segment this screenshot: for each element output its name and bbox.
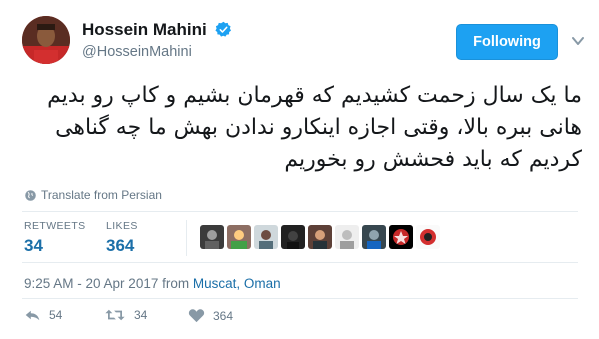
divider <box>22 298 578 299</box>
retweets-value[interactable]: 34 <box>24 236 86 256</box>
likes-stat[interactable]: LIKES 364 <box>106 220 138 256</box>
tweet-timestamp: 9:25 AM - 20 Apr 2017 from Muscat, Oman <box>24 276 281 291</box>
tweet-time-date[interactable]: 9:25 AM - 20 Apr 2017 from <box>24 276 193 291</box>
reply-action[interactable]: 54 <box>24 308 62 322</box>
liker-avatars <box>200 225 440 249</box>
translate-link[interactable]: Translate from Persian <box>24 188 162 202</box>
like-count: 364 <box>213 308 234 323</box>
retweet-action[interactable]: 34 <box>104 308 147 322</box>
reply-count: 54 <box>49 308 63 322</box>
translate-label[interactable]: Translate from Persian <box>41 188 162 202</box>
likes-value[interactable]: 364 <box>106 236 138 256</box>
tweet-actions: 54 34 364 <box>24 308 384 328</box>
location-link[interactable]: Muscat, Oman <box>193 276 281 291</box>
stats-divider <box>186 220 187 256</box>
profile-avatar[interactable] <box>22 16 70 64</box>
liker-avatar[interactable] <box>335 225 359 249</box>
like-action[interactable]: 364 <box>188 308 233 323</box>
likes-label: LIKES <box>106 220 138 232</box>
heart-icon[interactable] <box>188 308 205 323</box>
liker-avatar[interactable] <box>227 225 251 249</box>
retweets-label: RETWEETS <box>24 220 86 232</box>
verified-badge-icon <box>215 21 232 37</box>
liker-avatar[interactable] <box>308 225 332 249</box>
tweet-line: هانی ببره بالا، وقتی اجازه اینکارو ندادن… <box>55 115 582 140</box>
display-name[interactable]: Hossein Mahini <box>82 20 232 40</box>
tweet-text: ما یک سال زحمت کشیدیم که قهرمان بشیم و ک… <box>22 80 582 176</box>
reply-icon[interactable] <box>24 308 41 322</box>
chevron-down-icon[interactable] <box>572 36 584 46</box>
liker-avatar[interactable] <box>281 225 305 249</box>
liker-avatar[interactable] <box>416 225 440 249</box>
user-handle[interactable]: @HosseinMahini <box>82 44 192 60</box>
tweet-line: ما یک سال زحمت کشیدیم که قهرمان بشیم و ک… <box>47 83 582 108</box>
globe-icon <box>25 189 36 201</box>
retweets-stat[interactable]: RETWEETS 34 <box>24 220 86 256</box>
tweet-header: Hossein Mahini @HosseinMahini Following <box>22 14 584 74</box>
retweet-count: 34 <box>134 308 148 322</box>
liker-avatar[interactable] <box>362 225 386 249</box>
avatar-photo <box>22 16 70 64</box>
liker-avatar[interactable] <box>389 225 413 249</box>
display-name-text[interactable]: Hossein Mahini <box>82 20 207 39</box>
retweet-icon[interactable] <box>104 308 126 322</box>
liker-avatar[interactable] <box>200 225 224 249</box>
divider <box>22 262 578 263</box>
liker-avatar[interactable] <box>254 225 278 249</box>
following-button[interactable]: Following <box>456 24 558 60</box>
tweet-line: کردیم که باید فحشش رو بخوریم <box>284 147 582 172</box>
divider <box>22 211 578 212</box>
